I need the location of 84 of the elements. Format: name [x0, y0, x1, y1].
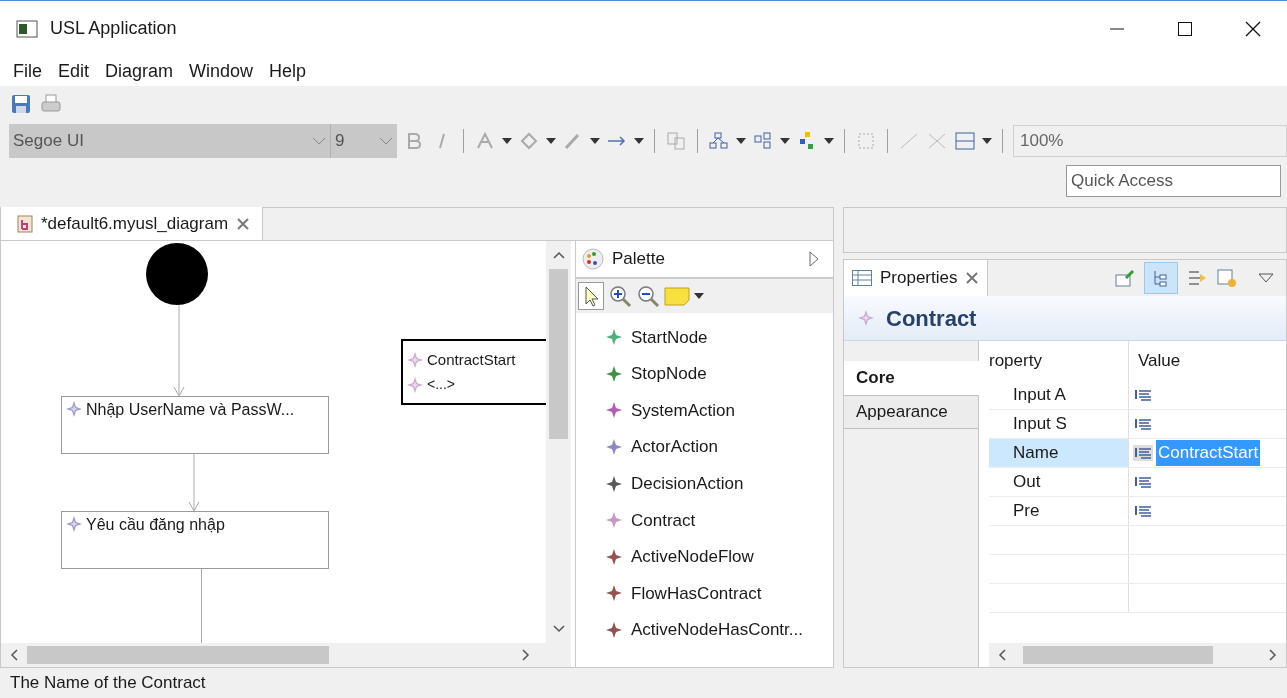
scroll-right-icon[interactable] [1268, 649, 1278, 661]
section-tab[interactable]: Core [844, 361, 979, 395]
scroll-right-icon[interactable] [521, 649, 531, 661]
font-color-icon[interactable] [474, 131, 496, 151]
text-value-icon [1133, 474, 1153, 490]
dropdown-caret-icon[interactable] [590, 138, 600, 144]
palette-icon [582, 248, 604, 270]
star-icon [858, 310, 874, 326]
dropdown-caret-icon[interactable] [634, 138, 644, 144]
column-header: roperty [989, 341, 1129, 381]
dropdown-caret-icon[interactable] [546, 138, 556, 144]
star-icon [66, 516, 82, 532]
property-cell[interactable]: Out [989, 468, 1129, 496]
node-detail: <...> [427, 376, 456, 393]
property-cell[interactable]: Input A [989, 381, 1129, 409]
text-value-icon [1133, 416, 1153, 432]
select-shapes-icon[interactable] [752, 131, 774, 151]
dropdown-caret-icon[interactable] [502, 138, 512, 144]
menu-item[interactable]: Window [185, 57, 258, 85]
palette-title: Palette [612, 248, 665, 271]
menu-item[interactable]: File [9, 57, 46, 85]
status-text: The Name of the Contract [10, 672, 206, 695]
palette-item[interactable]: ActiveNodeHasContr... [576, 611, 833, 649]
properties-title: Contract [886, 304, 977, 333]
node-label: Yêu cầu đăng nhập [86, 516, 225, 534]
node-label: Nhập UserName và PassW... [86, 401, 295, 419]
dropdown-caret-icon[interactable] [736, 138, 746, 144]
print-icon[interactable] [40, 94, 62, 114]
tab-title: Properties [880, 267, 958, 290]
text-value-icon [1133, 503, 1153, 519]
horizontal-scrollbar[interactable] [1, 643, 571, 667]
palette-item[interactable]: ActorAction [576, 428, 833, 466]
palette-item[interactable]: Contract [576, 501, 833, 539]
property-cell[interactable]: Pre [989, 497, 1129, 525]
palette-item[interactable]: SystemAction [576, 392, 833, 429]
node-label: ContractStart [427, 351, 516, 368]
scroll-left-icon[interactable] [997, 649, 1007, 661]
scroll-left-icon[interactable] [9, 649, 19, 661]
properties-tab[interactable]: Properties [844, 260, 989, 296]
vertical-scrollbar[interactable] [546, 241, 571, 643]
menu-item[interactable]: Edit [54, 57, 94, 85]
dropdown-caret-icon[interactable] [694, 293, 704, 299]
palette-item[interactable]: FlowHasContract [576, 575, 833, 612]
file-icon [17, 214, 33, 233]
menu-item[interactable]: Diagram [101, 57, 178, 85]
app-icon [16, 19, 38, 38]
text-value-icon [1133, 445, 1153, 461]
connector-arrow [188, 454, 200, 512]
zoom-out-icon[interactable] [636, 284, 660, 308]
tab-title: *default6.myusl_diagram [41, 212, 229, 235]
save-icon[interactable] [10, 94, 32, 114]
zoom-field[interactable]: 100% [1013, 125, 1287, 157]
star-icon [66, 401, 82, 417]
pointer-icon[interactable] [578, 282, 604, 310]
font-dropdown[interactable]: Segoe UI [9, 124, 331, 158]
palette-item[interactable]: StartNode [576, 319, 833, 356]
star-icon [407, 351, 423, 368]
table-icon [852, 270, 872, 286]
collapse-icon[interactable] [809, 251, 819, 267]
star-icon [407, 376, 423, 393]
dropdown-caret-icon[interactable] [982, 138, 992, 144]
view-menu-icon[interactable] [1258, 273, 1274, 283]
quick-access-field[interactable]: Quick Access [1066, 165, 1281, 197]
font-size-dropdown[interactable]: 9 [331, 124, 397, 158]
maximize-icon[interactable] [1177, 20, 1193, 37]
palette-item[interactable]: ActiveNodeFlow [576, 538, 833, 576]
arrange-all-icon[interactable] [708, 131, 730, 151]
property-cell[interactable]: Name [989, 439, 1129, 467]
section-tab[interactable]: Appearance [844, 395, 978, 429]
close-icon[interactable] [1245, 20, 1261, 37]
palette-item[interactable]: StopNode [576, 355, 833, 393]
tree-icon [1152, 269, 1170, 287]
property-cell[interactable]: Input S [989, 410, 1129, 438]
horizontal-scrollbar[interactable] [989, 643, 1286, 667]
tree-view-toggle[interactable] [1144, 262, 1178, 294]
window-title: USL Application [50, 17, 177, 40]
palette-item[interactable]: DecisionAction [576, 465, 833, 502]
text-value-icon [1133, 387, 1153, 403]
dropdown-caret-icon[interactable] [824, 138, 834, 144]
zoom-in-icon[interactable] [608, 284, 632, 308]
column-header: Value [1137, 350, 1182, 373]
menu-item[interactable]: Help [265, 57, 311, 85]
dropdown-caret-icon[interactable] [780, 138, 790, 144]
editor-tab[interactable]: *default6.myusl_diagram [1, 207, 264, 240]
